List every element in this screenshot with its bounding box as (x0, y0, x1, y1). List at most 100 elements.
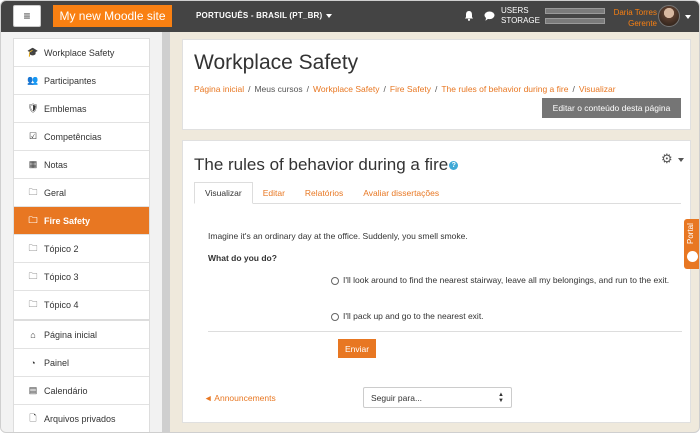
help-icon[interactable]: ? (449, 161, 459, 171)
table-icon: ▦ (28, 159, 38, 169)
tab-reports[interactable]: Relatórios (295, 182, 353, 204)
drawer-scrollbar[interactable] (162, 32, 170, 432)
sidebar-item-label: Notas (44, 159, 68, 170)
sidebar-item-workplace-safety[interactable]: 🎓 Workplace Safety (14, 39, 149, 67)
sidebar-item-label: Página inicial (44, 329, 98, 340)
answer-option-label: I'll look around to find the nearest sta… (343, 275, 670, 285)
sidebar-item-label: Participantes (44, 75, 97, 86)
users-icon: 👥 (27, 75, 39, 85)
sidebar-item-notas[interactable]: ▦ Notas (14, 151, 149, 179)
sidebar-item-label: Emblemas (44, 103, 87, 114)
person-icon (687, 251, 698, 262)
breadcrumb-course[interactable]: Workplace Safety (313, 84, 379, 94)
answer-option-2[interactable]: I'll pack up and go to the nearest exit. (331, 310, 681, 323)
divider (208, 331, 682, 332)
activity-title-text: The rules of behavior during a fire (194, 155, 449, 174)
submit-button[interactable]: Enviar (338, 339, 376, 358)
question-prompt: What do you do? (208, 253, 277, 263)
shield-icon: 🛡 (27, 103, 39, 113)
tab-view[interactable]: Visualizar (194, 182, 253, 204)
usage-labels: USERS STORAGE (501, 6, 540, 26)
sidebar-item-p-gina-inicial[interactable]: ⌂ Página inicial (14, 321, 149, 349)
jump-to-select[interactable]: Seguir para... ▲ ▼ (363, 387, 512, 408)
sidebar-item-label: Geral (44, 187, 67, 198)
radio-button[interactable] (331, 276, 339, 285)
bell-icon[interactable] (464, 10, 474, 21)
tab-edit[interactable]: Editar (253, 182, 295, 204)
edit-page-button[interactable]: Editar o conteúdo desta página (542, 98, 681, 118)
breadcrumb-view[interactable]: Visualizar (579, 84, 616, 94)
user-name: Daria Torres (613, 8, 657, 17)
question-text: Imagine it's an ordinary day at the offi… (208, 231, 468, 241)
breadcrumb-home[interactable]: Página inicial (194, 84, 244, 94)
page-title: Workplace Safety (194, 51, 359, 74)
breadcrumb-activity[interactable]: The rules of behavior during a fire (441, 84, 568, 94)
chevron-down-icon[interactable] (685, 15, 691, 19)
sidebar-item-geral[interactable]: 🗀 Geral (14, 179, 149, 207)
sidebar-item-label: Tópico 4 (44, 300, 79, 310)
sidebar-item-label: Tópico 2 (44, 243, 79, 254)
chat-icon[interactable] (484, 11, 495, 21)
sidebar-item-label: Calendário (44, 385, 88, 396)
sidebar-item-label: Painel (44, 357, 70, 368)
sidebar-item-participantes[interactable]: 👥 Participantes (14, 67, 149, 95)
top-navbar: ≡ My new Moodle site PORTUGUÊS - BRASIL … (1, 1, 699, 32)
drawer-toggle-button[interactable]: ≡ (13, 5, 41, 27)
sidebar-item-t-pico-2[interactable]: 🗀 Tópico 2 (14, 235, 149, 263)
folder-icon: 🗀 (28, 186, 38, 197)
chevron-down-icon[interactable] (678, 158, 684, 162)
breadcrumb-my-courses: Meus cursos (254, 84, 303, 94)
sidebar-item-fire-safety[interactable]: 🗀 Fire Safety (14, 207, 149, 235)
folder-icon: 🗀 (28, 242, 38, 253)
sidebar-item-painel[interactable]: ◔ Painel (14, 349, 149, 377)
page-header: Workplace Safety Página inicial / Meus cur… (182, 39, 691, 130)
breadcrumb-section[interactable]: Fire Safety (390, 84, 431, 94)
user-menu[interactable]: Daria Torres Gerente (609, 7, 657, 29)
chevron-down-icon (326, 13, 333, 18)
language-label: PORTUGUÊS - BRASIL (PT_BR) (196, 11, 323, 20)
sidebar-item-label: Fire Safety (44, 215, 91, 226)
select-arrows-icon: ▲ ▼ (498, 392, 504, 404)
site-name-link[interactable]: My new Moodle site (53, 5, 172, 27)
home-icon: ⌂ (30, 329, 36, 340)
users-label: USERS (501, 6, 529, 15)
dashboard-icon: ◔ (30, 357, 36, 368)
language-menu[interactable]: PORTUGUÊS - BRASIL (PT_BR) (196, 11, 333, 20)
browser-frame: ≡ My new Moodle site PORTUGUÊS - BRASIL … (0, 0, 700, 433)
breadcrumb: Página inicial / Meus cursos / Workplace Saf… (194, 84, 616, 94)
sidebar-item-t-pico-4[interactable]: 🗀 Tópico 4 (14, 291, 149, 319)
jump-to-label: Seguir para... (371, 392, 423, 403)
calendar-icon: ▤ (28, 385, 38, 395)
avatar[interactable] (658, 5, 680, 27)
check-square-icon: ☑ (28, 131, 38, 141)
portal-label: Portal (686, 223, 695, 244)
sidebar-item-label: Arquivos privados (44, 414, 116, 424)
folder-icon: 🗀 (28, 270, 38, 281)
radio-button[interactable] (331, 312, 339, 321)
answer-option-label: I'll pack up and go to the nearest exit. (343, 311, 484, 321)
users-usage-bar (545, 8, 605, 14)
sidebar-item-label: Tópico 3 (44, 271, 79, 282)
folder-icon: 🗀 (28, 214, 38, 225)
sidebar-item-arquivos-privados[interactable]: 🗋 Arquivos privados (14, 405, 149, 432)
sidebar-item-emblemas[interactable]: 🛡 Emblemas (14, 95, 149, 123)
file-icon: 🗋 (29, 413, 37, 423)
user-role: Gerente (628, 19, 657, 28)
sidebar-item-label: Workplace Safety (44, 47, 115, 58)
sidebar-item-label: Competências (44, 131, 102, 142)
prev-activity-link[interactable]: ◄ Announcements (204, 393, 276, 403)
sidebar-item-compet-ncias[interactable]: ☑ Competências (14, 123, 149, 151)
course-nav-list: 🎓 Workplace Safety 👥 Participantes 🛡 Emblemas… (13, 38, 150, 320)
site-nav-list: ⌂ Página inicial ◔ Painel ▤ Calendário 🗋 Arquiv… (13, 320, 150, 432)
activity-title: The rules of behavior during a fire? (194, 155, 459, 175)
storage-usage-bar (545, 18, 605, 24)
sidebar-item-calend-rio[interactable]: ▤ Calendário (14, 377, 149, 405)
portal-side-tab[interactable]: Portal (684, 219, 699, 269)
sidebar-item-t-pico-3[interactable]: 🗀 Tópico 3 (14, 263, 149, 291)
storage-label: STORAGE (501, 16, 540, 25)
tab-grade-essays[interactable]: Avaliar dissertações (353, 182, 449, 204)
activity-tabs: Visualizar Editar Relatórios Avaliar dis… (194, 182, 681, 204)
gear-icon[interactable]: ⚙ (661, 151, 673, 167)
nav-drawer: 🎓 Workplace Safety 👥 Participantes 🛡 Emblemas… (1, 32, 162, 432)
answer-option-1[interactable]: I'll look around to find the nearest sta… (331, 274, 681, 287)
